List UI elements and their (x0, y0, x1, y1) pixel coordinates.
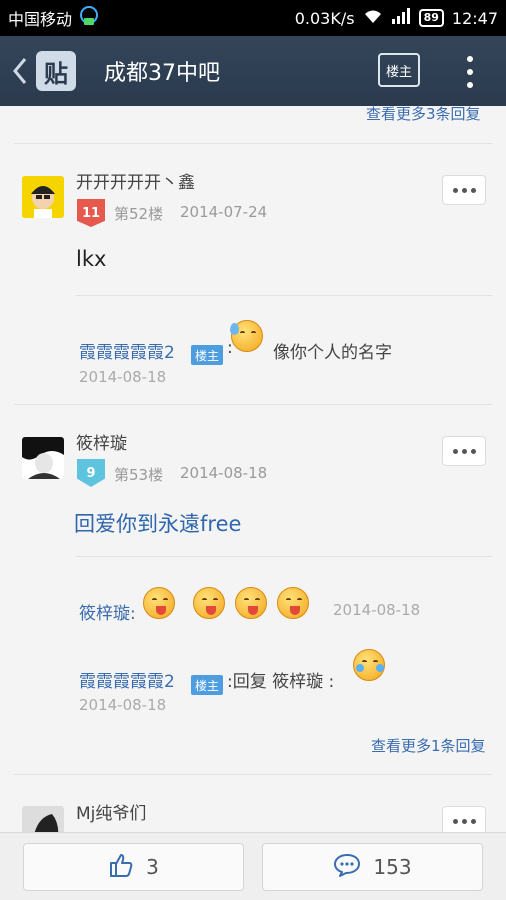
network-speed: 0.03K/s (294, 8, 355, 28)
tongue-emoji-icon (235, 587, 267, 619)
title-bar: 贴 成都37中吧 楼主 (0, 36, 506, 106)
back-arrow-icon[interactable] (6, 36, 34, 106)
more-vertical-icon[interactable] (458, 54, 482, 90)
divider (14, 774, 492, 775)
crying-emoji-icon (353, 649, 385, 681)
reply-text: 像你个人的名字 (273, 343, 392, 363)
avatar[interactable] (22, 806, 64, 832)
post-username[interactable]: 开开开开开丶鑫 (76, 168, 195, 193)
clock: 12:47 (451, 8, 498, 28)
level-badge: 11 (77, 199, 105, 227)
post-username[interactable]: 筱梓璇 (76, 429, 127, 454)
reply-username[interactable]: 筱梓璇: (79, 599, 136, 624)
sweat-emoji-icon (230, 320, 263, 352)
post-date: 2014-07-24 (180, 203, 268, 221)
tieba-logo[interactable]: 贴 (36, 51, 76, 91)
reply-date: 2014-08-18 (79, 368, 167, 386)
comment-count: 153 (373, 855, 412, 879)
divider (14, 143, 492, 144)
comment-button[interactable]: 153 (262, 843, 483, 891)
reply-text: :回复 筱梓璇 : (227, 672, 335, 692)
tongue-emoji-icon (277, 587, 309, 619)
divider (14, 404, 492, 405)
reply-date: 2014-08-18 (333, 601, 421, 619)
avatar[interactable] (22, 437, 64, 479)
divider (76, 556, 492, 557)
tongue-emoji-icon (143, 587, 175, 619)
battery-icon: 89 (418, 9, 444, 27)
post-content: 回爱你到永遠free (74, 512, 242, 536)
wifi-icon (363, 8, 383, 28)
status-bar: 中国移动 0.03K/s 89 12:47 (0, 0, 506, 36)
carrier-label: 中国移动 (8, 10, 73, 29)
view-more-replies-link[interactable]: 查看更多3条回复 (366, 106, 481, 124)
reply-date: 2014-08-18 (79, 696, 167, 714)
owner-tag: 楼主 (191, 345, 224, 365)
post-content: lkx (76, 247, 107, 271)
post-date: 2014-08-18 (180, 464, 268, 482)
like-count: 3 (146, 855, 159, 879)
floor-number: 第53楼 (114, 466, 164, 484)
post-username[interactable]: Mj纯爷们 (76, 799, 146, 824)
reply-username[interactable]: 霞霞霞霞霞2 (79, 338, 175, 363)
post-menu-button[interactable] (442, 175, 486, 205)
owner-tag: 楼主 (191, 675, 224, 695)
page-title: 成都37中吧 (104, 61, 220, 86)
thread-content: 查看更多3条回复 开开开开开丶鑫 11 第52楼 2014-07-24 lkx … (0, 106, 506, 832)
reply-username[interactable]: 霞霞霞霞霞2 (79, 667, 175, 692)
bottom-action-bar: 3 153 (0, 832, 506, 900)
signal-icon (391, 8, 411, 28)
post-menu-button[interactable] (442, 806, 486, 832)
divider (76, 295, 492, 296)
avatar[interactable] (22, 176, 64, 218)
view-more-replies-link[interactable]: 查看更多1条回复 (371, 735, 486, 756)
tongue-emoji-icon (193, 587, 225, 619)
like-button[interactable]: 3 (23, 843, 244, 891)
owner-only-button[interactable]: 楼主 (378, 53, 420, 87)
floor-number: 第52楼 (114, 205, 164, 223)
thumbs-up-icon (108, 852, 134, 883)
notification-icon (78, 5, 100, 31)
level-badge: 9 (77, 459, 105, 487)
post-menu-button[interactable] (442, 436, 486, 466)
comment-bubble-icon (333, 852, 361, 883)
